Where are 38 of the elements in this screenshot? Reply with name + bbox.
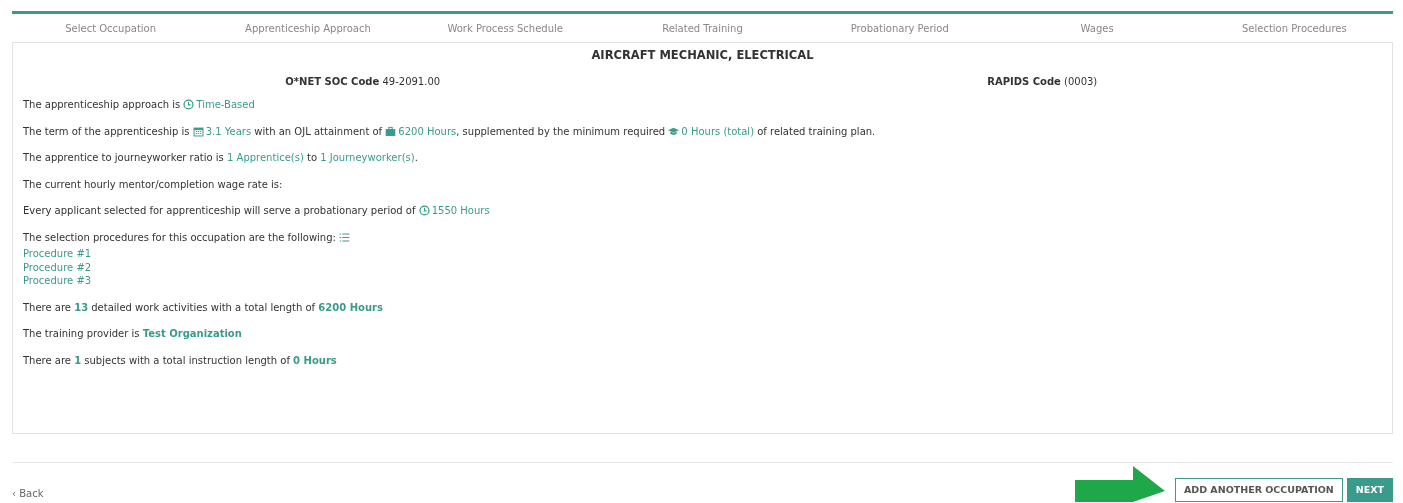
sentence: The apprentice to journeyworker ratio is 1 Apprentice(s) to 1 Journeyworker(s). <box>23 151 419 165</box>
procedure-link[interactable]: Procedure #3 <box>23 274 1382 288</box>
sentence: The term of the apprenticeship is 3.1 Years with an OJL attainment of 6200 Hours, supplemented by the minimum required 0 Hours (total) of related training plan. <box>23 124 877 139</box>
value-link[interactable]: 3.1 Years <box>205 125 252 137</box>
graduation-cap-icon <box>668 125 680 137</box>
step-tab[interactable]: Apprenticeship Approach <box>209 21 407 36</box>
code-label: RAPIDS Code (0003) <box>986 75 1099 90</box>
sentence: There are 13 detailed work activities with a total length of 6200 Hours <box>23 300 384 315</box>
code-label: O*NET SOC Code 49-2091.00 <box>284 75 442 90</box>
step-tab[interactable]: Probationary Period <box>801 21 999 36</box>
procedure-link[interactable]: Procedure #1 <box>23 247 1382 261</box>
step-tab[interactable]: Related Training <box>603 21 802 36</box>
add-occupation-button[interactable]: ADD ANOTHER OCCUPATION <box>1174 477 1343 502</box>
value-link[interactable]: Time-Based <box>196 99 255 111</box>
step-tab[interactable]: Select Occupation <box>12 21 210 36</box>
sentence: Every applicant selected for apprenticeship will serve a probationary period of 1550 Hours <box>23 204 491 218</box>
step-tab[interactable]: Wages <box>998 21 1196 36</box>
value-link[interactable]: 1 Journeyworker(s) <box>320 152 415 164</box>
sentence: The apprenticeship approach is Time-Based <box>23 98 256 112</box>
clock-icon <box>183 99 195 111</box>
sentence: The current hourly mentor/completion wage rate is: <box>23 177 284 192</box>
step-tab[interactable]: Selection Procedures <box>1195 21 1393 36</box>
list-icon <box>339 231 351 243</box>
sentence: The training provider is Test Organization <box>23 327 243 341</box>
value-link[interactable]: 1550 Hours <box>431 205 490 217</box>
calendar-icon <box>192 125 204 137</box>
back-link[interactable]: ‹ Back <box>12 486 44 501</box>
procedure-link[interactable]: Procedure #2 <box>23 260 1382 275</box>
step-tab[interactable]: Work Process Schedule <box>406 21 604 36</box>
sentence: The selection procedures for this occupation are the following: <box>23 230 1382 245</box>
briefcase-icon <box>385 125 397 137</box>
value-link[interactable]: 0 Hours (total) <box>681 125 755 137</box>
sentence: There are 1 subjects with a total instruction length of 0 Hours <box>23 353 338 368</box>
occupation-title: AIRCRAFT MECHANIC, ELECTRICAL <box>590 47 815 64</box>
next-button[interactable]: NEXT <box>1346 477 1393 502</box>
arrow-icon <box>1074 466 1165 502</box>
clock-icon <box>418 205 430 217</box>
value-link[interactable]: 1 Apprentice(s) <box>227 152 304 164</box>
